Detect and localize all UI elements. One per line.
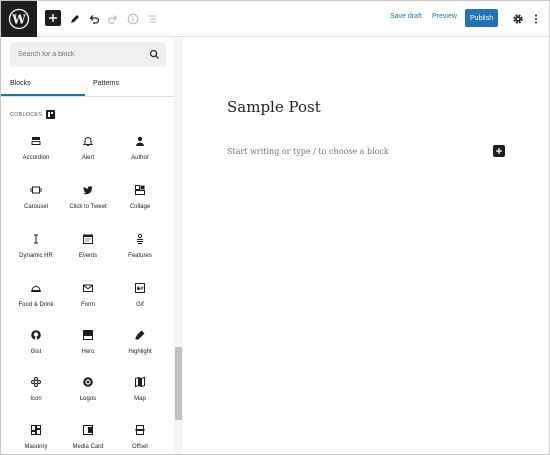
gif-icon: [135, 283, 145, 293]
block-features[interactable]: Features: [114, 233, 166, 277]
block-food-and-drink[interactable]: Food & Drink: [10, 282, 62, 326]
block-label: Highlight: [128, 349, 152, 355]
highlighter-icon: [135, 330, 145, 340]
envelope-icon: [83, 284, 93, 292]
block-form[interactable]: Form: [62, 282, 114, 326]
inserter-tabs: Blocks Patterns: [1, 76, 174, 96]
more-options-icon[interactable]: [526, 9, 546, 29]
block-inserter-panel: Blocks Patterns COBLOCKS Accordion Alert…: [1, 38, 175, 454]
collage-icon: [135, 185, 145, 195]
block-label: Gist: [30, 349, 42, 355]
media-card-icon: [83, 425, 93, 435]
block-label: Media Card: [72, 444, 104, 450]
block-masonry[interactable]: Masonry: [10, 424, 62, 454]
top-toolbar: W Save draft Preview Publish: [1, 1, 549, 37]
block-label: Icon: [30, 396, 42, 402]
tab-blocks[interactable]: Blocks: [10, 80, 31, 87]
block-events[interactable]: Events: [62, 233, 114, 277]
info-icon[interactable]: [123, 9, 143, 29]
offset-icon: [135, 425, 145, 435]
block-accordion[interactable]: Accordion: [10, 135, 62, 179]
save-draft-button[interactable]: Save draft: [390, 13, 422, 20]
block-label: Food & Drink: [18, 302, 54, 308]
block-gif[interactable]: Gif: [114, 282, 166, 326]
github-icon: [31, 330, 41, 340]
block-label: Logos: [79, 396, 97, 402]
block-collage[interactable]: Collage: [114, 184, 166, 228]
preview-button[interactable]: Preview: [432, 13, 457, 20]
dynamic-hr-icon: [34, 234, 38, 244]
block-label: Alert: [81, 155, 95, 161]
masonry-icon: [31, 425, 41, 435]
search-input[interactable]: [10, 42, 150, 67]
search-icon[interactable]: [149, 49, 160, 60]
pencil-icon[interactable]: [65, 9, 85, 29]
block-label: Events: [78, 253, 98, 259]
bell-icon: [82, 137, 94, 146]
block-logos[interactable]: Logos: [62, 376, 114, 420]
block-media-card[interactable]: Media Card: [62, 424, 114, 454]
wordpress-logo-icon[interactable]: W: [1, 1, 37, 37]
post-title[interactable]: Sample Post: [227, 98, 321, 116]
block-label: Click to Tweet: [69, 204, 107, 210]
block-label: Gif: [136, 302, 144, 308]
coblocks-logo-icon: [46, 110, 55, 119]
block-icon[interactable]: Icon: [10, 376, 62, 420]
block-label: Author: [131, 155, 149, 161]
block-label: Carousel: [23, 204, 48, 210]
block-label: Collage: [129, 204, 151, 210]
block-search: [10, 42, 166, 67]
default-block-appender[interactable]: Start writing or type / to choose a bloc…: [227, 147, 389, 156]
block-alert[interactable]: Alert: [62, 135, 114, 179]
block-label: Masonry: [24, 444, 48, 450]
block-carousel[interactable]: Carousel: [10, 184, 62, 228]
cloche-icon: [31, 285, 41, 292]
publish-button[interactable]: Publish: [465, 9, 498, 27]
editor-window: W Save draft Preview Publish Search for …: [0, 0, 550, 455]
block-highlight[interactable]: Highlight: [114, 329, 166, 373]
features-icon: [137, 233, 143, 244]
person-icon: [136, 136, 144, 146]
gear-icon[interactable]: [508, 9, 528, 29]
block-gist[interactable]: Gist: [10, 329, 62, 373]
block-label: Features: [128, 253, 152, 259]
add-block-toggle-button[interactable]: [45, 10, 61, 26]
accordion-icon: [31, 137, 41, 145]
inline-add-block-button[interactable]: [493, 145, 505, 157]
category-heading: COBLOCKS: [10, 112, 43, 118]
logos-icon: [83, 377, 93, 387]
undo-icon[interactable]: [84, 9, 104, 29]
twitter-icon: [83, 186, 93, 195]
tab-patterns[interactable]: Patterns: [93, 80, 119, 87]
hero-icon: [83, 330, 93, 340]
block-label: Hero: [81, 349, 95, 355]
icon-block-icon: [31, 377, 41, 387]
block-dynamic-hr[interactable]: Dynamic HR: [10, 233, 62, 277]
block-author[interactable]: Author: [114, 135, 166, 179]
map-icon: [135, 376, 145, 388]
carousel-icon: [30, 186, 42, 194]
plus-icon: [496, 148, 502, 154]
block-click-to-tweet[interactable]: Click to Tweet: [62, 184, 114, 228]
redo-icon[interactable]: [103, 9, 123, 29]
block-offset[interactable]: Offset: [114, 424, 166, 454]
block-map[interactable]: Map: [114, 376, 166, 420]
list-view-icon[interactable]: [142, 9, 162, 29]
calendar-icon: [83, 234, 93, 244]
svg-text:W: W: [11, 13, 26, 27]
block-label: Form: [81, 302, 95, 308]
tabs-divider: [1, 96, 174, 97]
sidebar-scrollbar-thumb[interactable]: [175, 347, 182, 420]
block-label: Accordion: [22, 155, 50, 161]
block-label: Dynamic HR: [19, 253, 53, 259]
block-label: Map: [134, 396, 146, 402]
block-hero[interactable]: Hero: [62, 329, 114, 373]
block-label: Offset: [132, 444, 148, 450]
